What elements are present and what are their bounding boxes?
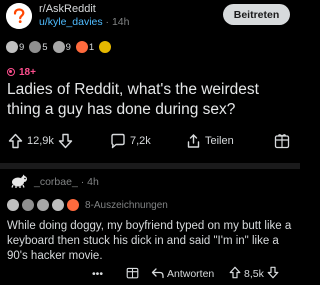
rocket-award-icon: [75, 41, 88, 53]
upvote-icon[interactable]: [229, 266, 241, 282]
award-count: 9: [19, 41, 25, 53]
rocket-award-icon: [67, 199, 79, 211]
post-action-bar: 12,9k 7,2k Teilen: [0, 131, 300, 151]
nsfw-icon: [7, 68, 15, 76]
award-item: [99, 41, 112, 53]
helpful-award-icon: [52, 41, 65, 53]
award-item: 5: [29, 41, 49, 53]
section-divider: [0, 163, 300, 169]
meta-separator: ·: [77, 176, 88, 188]
comment-awards[interactable]: 8-Auszeichnungen: [7, 198, 168, 212]
doge-award-icon: [52, 199, 64, 211]
nsfw-label: 18+: [19, 66, 36, 78]
award-count: 9: [65, 41, 71, 53]
award-count: 5: [42, 41, 48, 53]
post-header: r/AskReddit u/kyle_davies · 14h Beitrete…: [0, 0, 300, 36]
post-age: 14h: [111, 16, 130, 28]
comment-vote-group: 8,5k: [229, 266, 279, 282]
comments-button[interactable]: 7,2k: [110, 131, 151, 151]
post-author[interactable]: u/kyle_davies: [39, 16, 103, 28]
upvote-icon[interactable]: [8, 133, 23, 149]
comment-meta: _corbae_ · 4h: [34, 176, 99, 188]
award-button[interactable]: [274, 131, 290, 151]
reply-label: Antworten: [167, 268, 215, 280]
subreddit-name[interactable]: r/AskReddit: [39, 3, 96, 15]
nsfw-tag: 18+: [7, 66, 36, 78]
award-count: 1: [88, 41, 95, 53]
wholesome-award-icon: [22, 199, 34, 211]
downvote-icon[interactable]: [267, 266, 279, 282]
post-vote-group: 12,9k: [8, 131, 73, 151]
comment-action-bar: ••• Antworten 8,5k: [0, 266, 300, 282]
gold-award-icon: [99, 41, 112, 53]
join-button[interactable]: Beitreten: [223, 4, 290, 25]
award-item: 9: [52, 41, 73, 53]
awards-count-label: 8-Auszeichnungen: [85, 199, 168, 211]
silver-award-icon: [6, 41, 18, 53]
meta-separator: ·: [102, 16, 112, 28]
comment-more-button[interactable]: •••: [92, 266, 103, 282]
reply-button[interactable]: Antworten: [151, 266, 214, 282]
upvote-count: 12,9k: [27, 135, 54, 147]
more-icon: •••: [92, 268, 104, 280]
comment-vote-count: 8,5k: [244, 268, 264, 280]
share-button[interactable]: Teilen: [186, 131, 234, 151]
comment-count: 7,2k: [130, 135, 151, 147]
askreddit-icon[interactable]: [6, 3, 32, 29]
award-item: 9: [6, 41, 26, 53]
wholesome-award-icon: [29, 41, 42, 53]
share-label: Teilen: [205, 135, 234, 147]
silver-award-icon: [7, 199, 19, 211]
award-item: 1: [75, 41, 96, 53]
award-box-icon: [126, 266, 139, 282]
award-box-icon: [274, 133, 290, 149]
helpful-award-icon: [37, 199, 49, 211]
reply-icon: [151, 267, 164, 282]
comment-award-button[interactable]: [126, 266, 139, 282]
comment-age: 4h: [87, 176, 99, 188]
comment-icon: [110, 133, 126, 149]
post-meta: u/kyle_davies · 14h: [39, 16, 130, 28]
share-icon: [186, 133, 201, 149]
comment-author[interactable]: _corbae_: [34, 176, 78, 188]
post-awards[interactable]: 9 5 9 1: [6, 40, 112, 54]
commenter-avatar[interactable]: [7, 174, 31, 188]
post-title[interactable]: Ladies of Reddit, what's the weirdest th…: [7, 80, 295, 120]
comment-body: While doing doggy, my boyfriend typed on…: [7, 220, 292, 262]
downvote-icon[interactable]: [58, 133, 73, 149]
